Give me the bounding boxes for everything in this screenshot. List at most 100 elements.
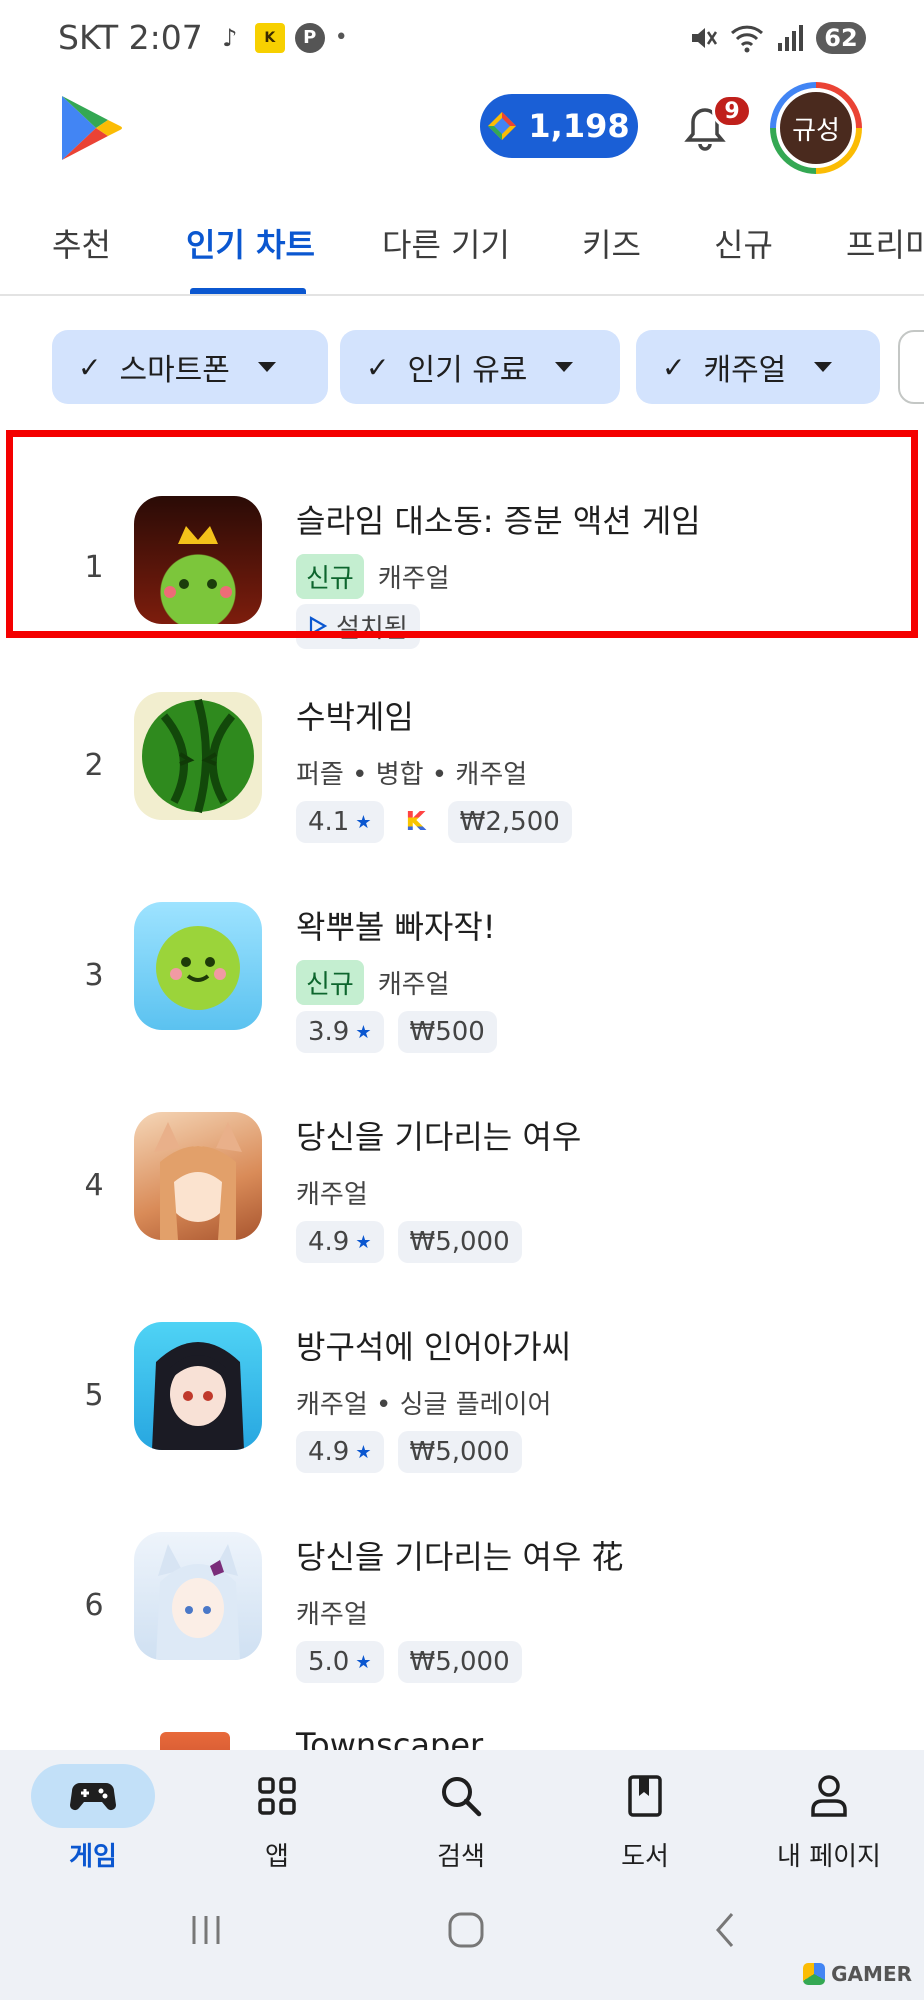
nav-games[interactable]: 게임 [18,1764,168,1874]
nav-my-page[interactable]: 내 페이지 [754,1764,904,1874]
rank-number: 4 [84,1168,104,1203]
rating-pill: 4.9 ★ [296,1221,384,1263]
app-icon-watermelon [134,692,262,820]
star-icon: ★ [355,1651,372,1673]
nav-label: 도서 [621,1842,669,1872]
filter-chip-more[interactable] [898,330,924,404]
star-icon: ★ [355,1021,372,1043]
app-header: 1,198 9 규성 [0,82,924,202]
rating-value: 4.9 [308,1437,350,1467]
nav-label: 앱 [265,1842,289,1872]
app-categories: 퍼즐 • 병합 • 캐주얼 [296,759,528,790]
rating-pill: 5.0 ★ [296,1641,384,1683]
filter-chip-chart[interactable]: ✓ 인기 유료 [340,330,620,404]
tab-premium[interactable]: 프리미 [846,220,924,266]
check-icon: ✓ [662,350,686,384]
star-icon: ★ [355,1231,372,1253]
app-category: 캐주얼 [296,1179,368,1210]
carrier-time: SKT 2:07 [58,18,203,57]
filter-chip-category[interactable]: ✓ 캐주얼 [636,330,880,404]
status-bar: SKT 2:07 ♪ K P • 62 [0,0,924,82]
bottom-navigation: 게임 앱 검색 도서 내 페이지 [0,1750,924,1880]
price-pill: ₩5,000 [397,1641,522,1683]
play-points-value: 1,198 [528,107,630,145]
nav-books[interactable]: 도서 [570,1764,720,1874]
rank-number: 5 [84,1378,104,1413]
tab-new[interactable]: 신규 [714,220,773,266]
filter-chip-label: 캐주얼 [703,353,787,388]
play-points-button[interactable]: 1,198 [480,94,638,158]
list-item[interactable]: 5 방구석에 인어아가씨 캐주얼 • 싱글 플레이어 4.9 ★ ₩5,000 [0,1298,924,1498]
mute-icon [692,28,718,48]
star-icon: ★ [355,811,372,833]
system-navigation-bar [0,1880,924,2000]
list-item[interactable]: 6 당신을 기다리는 여우 花 캐주얼 5.0 ★ ₩5,000 [0,1508,924,1708]
filter-chips: ✓ 스마트폰 ✓ 인기 유료 ✓ 캐주얼 [0,330,924,406]
tab-recommended[interactable]: 추천 [52,220,111,266]
watermark-text: GAMER [831,1962,912,1986]
play-installed-icon [309,616,328,636]
new-badge: 신규 [296,553,364,599]
app-title: 왁뿌볼 빠자작! [296,908,496,946]
list-item[interactable]: 1 슬라임 대소동: 증분 액션 게임 신규 캐주얼 설치됨 [0,456,924,656]
back-icon[interactable] [706,1910,746,1950]
battery-icon: 62 [816,22,866,54]
nav-apps[interactable]: 앱 [202,1764,352,1874]
home-icon[interactable] [446,1910,486,1950]
rating-value: 4.9 [308,1227,350,1257]
new-badge: 신규 [296,959,364,1005]
rating-pill: 4.9 ★ [296,1431,384,1473]
kakao-k-logo-icon: K [398,807,434,837]
dropdown-caret-icon [555,362,574,372]
account-avatar-button[interactable]: 규성 [770,82,862,174]
check-icon: ✓ [366,350,390,384]
app-icon-fox-girl [134,1112,262,1240]
price-pill: ₩5,000 [397,1221,522,1263]
gamer-logo-icon [803,1963,826,1985]
filter-chip-device[interactable]: ✓ 스마트폰 [52,330,328,404]
tiktok-icon: ♪ [222,23,238,52]
person-icon [811,1775,847,1817]
price-pill: ₩500 [397,1011,497,1053]
app-icon-pop-ball [134,902,262,1030]
rating-value: 3.9 [308,1017,350,1047]
nav-label: 내 페이지 [777,1842,881,1872]
rating-pill: 4.1 ★ [296,801,384,843]
app-title: 당신을 기다리는 여우 [296,1118,582,1156]
apps-grid-icon [258,1777,296,1815]
filter-chip-label: 인기 유료 [407,353,528,388]
app-category: 캐주얼 [296,1599,368,1630]
status-right: 62 [688,22,866,54]
gamepad-icon [70,1783,116,1810]
nav-search[interactable]: 검색 [386,1764,536,1874]
rank-number: 2 [84,748,104,783]
app-title: 당신을 기다리는 여우 花 [296,1538,624,1576]
more-notifications-dot-icon: • [334,25,348,50]
dropdown-caret-icon [814,362,833,372]
app-icon-slime [134,496,262,624]
tab-other-devices[interactable]: 다른 기기 [382,220,510,266]
tab-kids[interactable]: 키즈 [582,220,641,266]
list-item[interactable]: 2 수박게임 퍼즐 • 병합 • 캐주얼 4.1 ★ K ₩2,500 [0,668,924,868]
check-icon: ✓ [78,350,102,384]
app-categories: 캐주얼 • 싱글 플레이어 [296,1389,552,1420]
rank-number: 6 [84,1588,104,1623]
active-tab-indicator [190,288,306,294]
recent-apps-icon[interactable] [186,1910,226,1950]
pinterest-icon: P [294,22,325,53]
rank-number: 3 [84,958,104,993]
installed-label: 설치됨 [336,613,408,644]
category-tabs: 추천 인기 차트 다른 기기 키즈 신규 프리미 [0,202,924,296]
play-points-icon [488,112,517,140]
wifi-icon [730,25,764,53]
list-item[interactable]: Townscaper [0,1718,924,1750]
app-title: 방구석에 인어아가씨 [296,1328,572,1366]
rating-pill: 3.9 ★ [296,1011,384,1053]
list-item[interactable]: 3 왁뿌볼 빠자작! 신규 캐주얼 3.9 ★ ₩500 [0,878,924,1078]
watermark: GAMER [803,1962,912,1986]
google-play-logo-icon[interactable] [58,92,124,164]
rank-number: 1 [84,550,104,585]
list-item[interactable]: 4 당신을 기다리는 여우 캐주얼 4.9 ★ ₩5,000 [0,1088,924,1288]
tab-top-charts[interactable]: 인기 차트 [186,220,315,266]
app-icon-townscaper [160,1732,230,1750]
